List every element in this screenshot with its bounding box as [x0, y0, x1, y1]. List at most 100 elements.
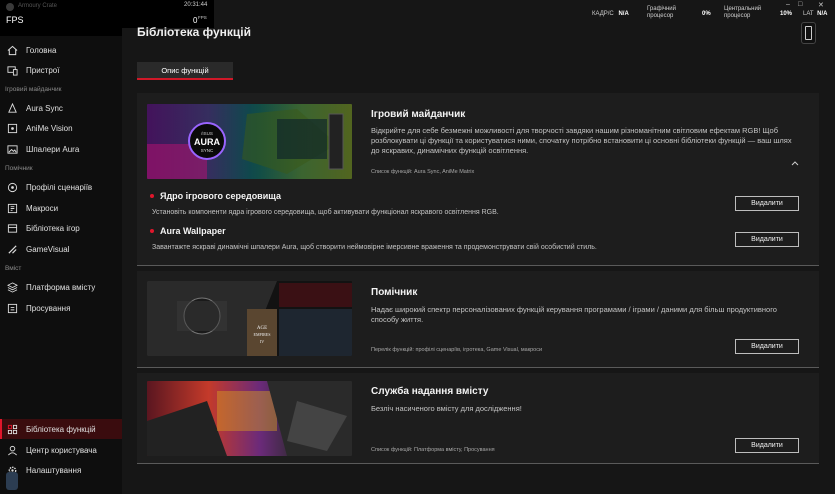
devices-icon	[7, 65, 18, 76]
card-title: Служба надання вмісту	[371, 386, 489, 397]
content-platform-icon	[7, 281, 18, 293]
stat-value: N/A	[618, 11, 629, 17]
remove-wallpaper-button[interactable]: Видалити	[735, 232, 799, 247]
nav-item-function-library[interactable]: Бібліотека функцій	[0, 419, 122, 439]
subfeature-wallpaper-title: Aura Wallpaper	[150, 226, 226, 236]
stat-cpu-value: 10%	[780, 11, 792, 18]
stat-cpu: Центральний процесор	[724, 6, 761, 20]
content-thumbnail	[147, 381, 352, 456]
stat-value: 10%	[780, 11, 793, 17]
nav-item-settings[interactable]: Налаштування	[0, 460, 122, 480]
nav-label: Головна	[26, 45, 57, 55]
gaming-thumbnail: /ISUS AURA SYNC	[147, 104, 352, 179]
wallpaper-icon	[7, 144, 18, 155]
chevron-up-icon[interactable]	[791, 159, 799, 167]
subfeature-wallpaper-description: Завантажте яскраві динамічні шпалери Aur…	[152, 244, 597, 251]
maximize-icon[interactable]: □	[798, 1, 802, 8]
stat-gpu: Графічний процесор	[647, 6, 676, 20]
nav-item-user-center[interactable]: Центр користувача	[0, 440, 122, 460]
app-logo-icon	[6, 3, 14, 11]
nav-label: Пристрої	[26, 65, 60, 75]
card-description: Надає широкий спектр персоналізованих фу…	[371, 305, 777, 324]
subfeature-core-title: Ядро ігрового середовища	[150, 191, 281, 201]
nav-item-game-library[interactable]: Бібліотека ігор	[0, 218, 122, 238]
page-title: Бібліотека функцій	[137, 25, 251, 39]
subfeature-label: Aura Wallpaper	[160, 226, 226, 236]
nav-label: Налаштування	[26, 465, 82, 475]
game-library-icon	[7, 223, 18, 234]
nav-item-profiles[interactable]: Профілі сценаріїв	[0, 177, 122, 197]
thumb-text: EMPIRES	[254, 332, 271, 337]
minimize-icon[interactable]: –	[786, 1, 790, 8]
tab-function-description[interactable]: Опис функцій	[137, 62, 233, 80]
nav-label: AniMe Vision	[26, 123, 73, 133]
stat-label: процесор	[724, 13, 751, 19]
sidebar-header: Armoury Crate FPS	[0, 0, 122, 36]
card-title: Ігровий майданчик	[371, 109, 466, 120]
stat-label: Центральний	[724, 6, 762, 12]
aura-logo-text: AURA	[194, 137, 220, 147]
gamevisual-icon	[7, 244, 18, 255]
app-title: Armoury Crate	[18, 3, 58, 9]
nav-label: Шпалери Aura	[26, 144, 80, 154]
aura-icon	[7, 102, 18, 114]
card-helper: AGE EMPIRES IV Помічник Надає широкий сп…	[137, 271, 819, 368]
card-description: Безліч насиченого вмісту для дослідження…	[371, 404, 522, 413]
helper-thumbnail: AGE EMPIRES IV	[147, 281, 352, 356]
nav-item-content-platform[interactable]: Платформа вмісту	[0, 277, 122, 297]
nav-label: Просування	[26, 303, 71, 313]
nav-label: GameVisual	[26, 244, 70, 254]
nav-item-home[interactable]: Головна	[0, 40, 122, 60]
nav-label: Платформа вмісту	[26, 282, 96, 292]
sync-logo-text: SYNC	[201, 148, 214, 153]
card-content-service: Служба надання вмісту Безліч насиченого …	[137, 373, 819, 464]
nav-label: Aura Sync	[26, 103, 63, 113]
fps-unit: FPS	[198, 15, 207, 20]
card-description: Відкрийте для себе безмежні можливості д…	[371, 126, 792, 155]
nav-item-anime-vision[interactable]: AniMe Vision	[0, 118, 122, 138]
close-icon[interactable]: ✕	[818, 1, 824, 9]
home-icon	[7, 45, 18, 56]
nav-label: Макроси	[26, 203, 59, 213]
card-function-list: Список функцій: Aura Sync, AniMe Matrix	[371, 169, 475, 175]
nav-label: Бібліотека ігор	[26, 223, 80, 233]
nav-label: Центр користувача	[26, 445, 97, 455]
subfeature-core-description: Установіть компоненти ядра ігрового сере…	[152, 209, 499, 216]
nav-label: Профілі сценаріїв	[26, 182, 93, 192]
nav-item-aura-sync[interactable]: Aura Sync	[0, 98, 122, 118]
bullet-icon	[150, 194, 154, 198]
thumb-text: IV	[260, 339, 264, 344]
card-function-list: Список функцій: Платформа вмісту, Просув…	[371, 447, 495, 453]
section-content: Вміст	[5, 265, 22, 272]
remove-content-button[interactable]: Видалити	[735, 438, 799, 453]
phone-icon[interactable]	[801, 22, 816, 44]
stat-label: Графічний	[647, 6, 676, 12]
nav-item-gamevisual[interactable]: GameVisual	[0, 239, 122, 259]
section-helper: Помічник	[5, 165, 33, 172]
nav-item-wallpaper[interactable]: Шпалери Aura	[0, 139, 122, 159]
card-gaming: /ISUS AURA SYNC Ігровий майданчик Відкри…	[137, 93, 819, 266]
stat-label: процесор	[647, 13, 674, 19]
stat-lat: LAT N/A	[803, 11, 827, 18]
nav-item-devices[interactable]: Пристрої	[0, 60, 122, 80]
stat-kadr: КАДР/С N/A	[592, 11, 629, 18]
armoury-logo-icon	[6, 472, 18, 490]
nav-item-macros[interactable]: Макроси	[0, 198, 122, 218]
card-function-list: Перелік функцій: профілі сценаріїв, ігро…	[371, 347, 543, 353]
remove-core-button[interactable]: Видалити	[735, 196, 799, 211]
stat-label: LAT	[803, 11, 814, 17]
fps-value: 0	[193, 16, 198, 25]
fps-label: FPS	[6, 15, 24, 25]
stat-label: КАДР/С	[592, 11, 614, 17]
bullet-icon	[150, 229, 154, 233]
section-gaming: Ігровий майданчик	[5, 86, 62, 93]
remove-helper-button[interactable]: Видалити	[735, 339, 799, 354]
card-title: Помічник	[371, 287, 418, 298]
sidebar: Armoury Crate FPS Головна Пристрої Ігров…	[0, 0, 122, 494]
subfeature-label: Ядро ігрового середовища	[160, 191, 281, 201]
promotion-icon	[7, 303, 18, 314]
nav-item-promotion[interactable]: Просування	[0, 298, 122, 318]
thumb-text: AGE	[257, 326, 267, 331]
clock: 20:31:44	[184, 2, 208, 8]
function-library-icon	[7, 424, 18, 435]
